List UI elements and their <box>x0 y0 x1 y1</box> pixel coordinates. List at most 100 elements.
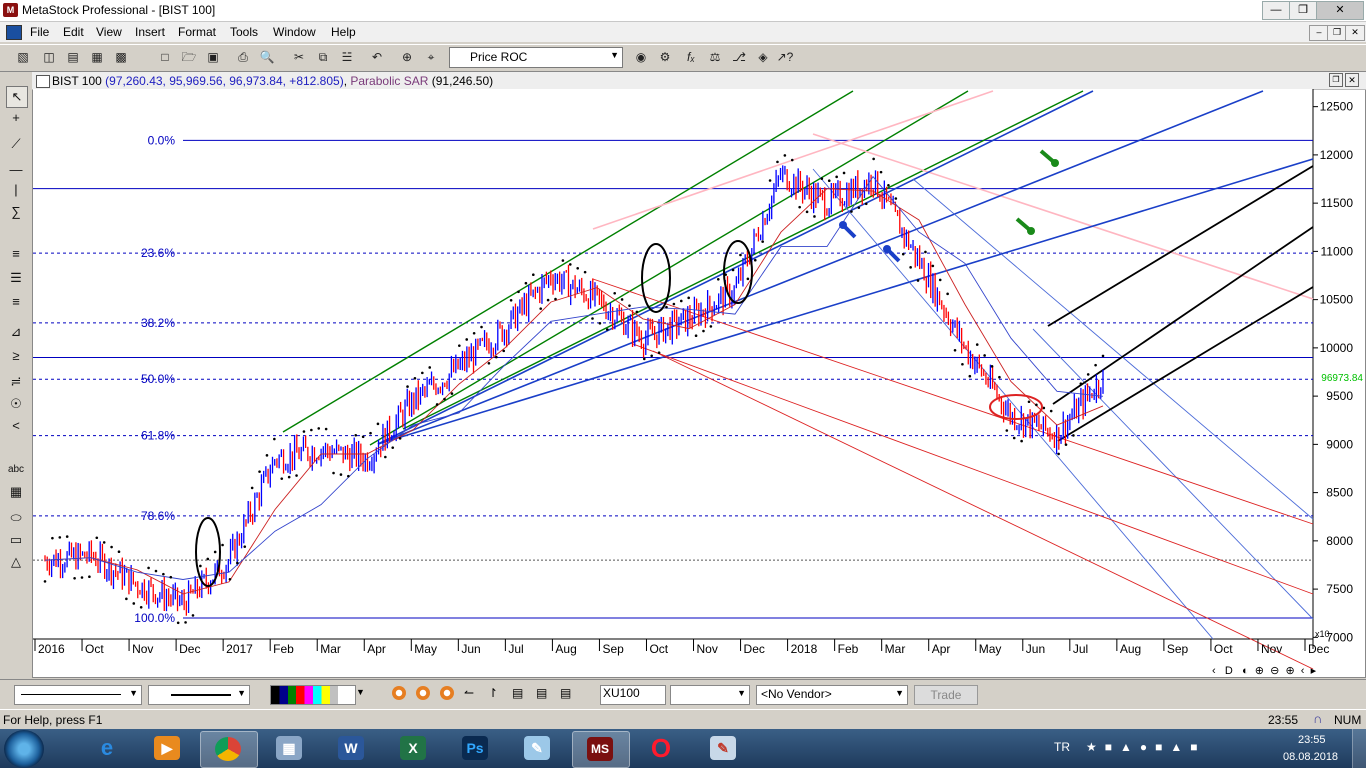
explorer-tree-icon[interactable]: ⎇ <box>730 49 748 66</box>
taskbar-excel[interactable]: X <box>386 731 442 766</box>
menu-insert[interactable]: Insert <box>135 25 165 39</box>
rectangle-tool-icon[interactable]: ▭ <box>6 530 26 550</box>
cut-icon[interactable]: ✂ <box>290 49 308 66</box>
show-desktop-button[interactable] <box>1352 729 1366 768</box>
save-icon[interactable]: ▣ <box>204 49 222 66</box>
taskbar-metastock[interactable]: MS <box>572 731 630 768</box>
chart-restore-icon[interactable]: ❐ <box>1329 73 1343 87</box>
horizontal-line-tool-icon[interactable]: — <box>6 160 26 180</box>
scroll-back-icon[interactable]: ‹ <box>1301 665 1305 677</box>
time-zones-tool-icon[interactable]: ☉ <box>6 394 26 414</box>
text-object-icon[interactable] <box>416 686 430 700</box>
menu-file[interactable]: File <box>30 25 49 39</box>
copy-icon[interactable]: ⧉ <box>314 49 332 66</box>
taskbar-word[interactable]: W <box>324 731 380 766</box>
pointer-tool-icon[interactable]: ↖ <box>6 86 28 108</box>
system-tester-icon[interactable]: ⚖ <box>706 49 724 66</box>
zoom-out-icon[interactable]: ⊖ <box>1270 665 1279 677</box>
menu-help[interactable]: Help <box>331 25 356 39</box>
menu-view[interactable]: View <box>96 25 122 39</box>
mdi-minimize-icon[interactable]: – <box>1309 25 1329 41</box>
triangle-tool-icon[interactable]: △ <box>6 552 26 572</box>
document-icon[interactable] <box>6 25 22 40</box>
formula-icon[interactable]: fₓ <box>682 49 700 66</box>
arc-tool-icon[interactable]: < <box>6 416 26 436</box>
taskbar-chrome[interactable] <box>200 731 258 768</box>
symbol-input[interactable]: XU100 <box>600 685 666 705</box>
align-middle-icon[interactable]: ↾ <box>488 686 498 700</box>
scroll-forward-icon[interactable]: ▸ <box>1311 665 1317 677</box>
line-weight-select[interactable]: ▼ <box>148 685 250 705</box>
menu-format[interactable]: Format <box>178 25 216 39</box>
taskbar-ie[interactable]: e <box>80 731 136 766</box>
taskbar-opera[interactable]: O <box>634 731 690 766</box>
expert-advisor-icon[interactable]: ◉ <box>632 49 650 66</box>
print-icon[interactable]: ⎙ <box>234 49 252 66</box>
print-preview-icon[interactable]: 🔍 <box>258 49 276 66</box>
explorer-icon[interactable]: ▩ <box>112 49 130 66</box>
period-daily-button[interactable]: D <box>1225 665 1233 677</box>
menu-edit[interactable]: Edit <box>63 25 84 39</box>
clock-time[interactable]: 23:55 <box>1298 734 1326 746</box>
crosshair-tool-icon[interactable]: + <box>6 108 26 128</box>
scroll-left-end-icon[interactable]: ‹ <box>1212 665 1216 677</box>
open-folder-icon[interactable]: 🗁 <box>180 49 198 66</box>
paste-icon[interactable]: ☱ <box>338 49 356 66</box>
trendline-tool-icon[interactable]: ⟋ <box>6 134 26 154</box>
zoom-fit-icon[interactable]: ⊕ <box>1285 665 1294 677</box>
trade-button[interactable]: Trade <box>914 685 978 705</box>
price-chart[interactable]: 0.0% 23.6% 38.2% 50.0% 61.8% 78.6% 100.0% 1250… <box>33 89 1365 669</box>
maximize-icon[interactable]: ❐ <box>1289 1 1317 20</box>
line-object-icon[interactable] <box>392 686 406 700</box>
data-source-select[interactable]: ▼ <box>670 685 750 705</box>
line-style-select[interactable]: ▼ <box>14 685 142 705</box>
clock-date[interactable]: 08.08.2018 <box>1283 751 1338 763</box>
layout-one-icon[interactable]: ▤ <box>512 686 523 700</box>
taskbar-calculator[interactable]: ▦ <box>262 731 318 766</box>
chart-close-icon[interactable]: ✕ <box>1345 73 1359 87</box>
speed-resistance-tool-icon[interactable]: ∑ <box>6 202 26 222</box>
symbol-object-icon[interactable] <box>440 686 454 700</box>
scroll-prev-icon[interactable]: ◐ <box>1242 665 1249 677</box>
mdi-close-icon[interactable]: ✕ <box>1345 25 1365 41</box>
taskbar-media[interactable]: ▶ <box>140 731 196 766</box>
andrews-pitchfork-tool-icon[interactable]: ≥ <box>6 346 26 366</box>
fibonacci-fan-tool-icon[interactable]: ≡ <box>6 292 26 312</box>
minimize-icon[interactable]: — <box>1262 1 1290 20</box>
language-indicator[interactable]: TR <box>1054 740 1070 754</box>
taskbar-paint[interactable]: ✎ <box>696 731 752 766</box>
binoculars-icon[interactable]: ◈ <box>754 49 772 66</box>
undo-icon[interactable]: ↶ <box>368 49 386 66</box>
grid-icon[interactable]: ▦ <box>88 49 106 66</box>
close-icon[interactable]: ✕ <box>1316 1 1364 20</box>
crosshair-icon[interactable]: ⊕ <box>398 49 416 66</box>
tile-horizontal-icon[interactable]: ▤ <box>64 49 82 66</box>
grid-tool-icon[interactable]: ▦ <box>6 482 26 502</box>
align-top-icon[interactable]: ↼ <box>464 686 474 700</box>
taskbar-photoshop[interactable]: Ps <box>448 731 504 766</box>
new-file-icon[interactable]: □ <box>156 49 174 66</box>
tray-icons[interactable]: ★■▲●■▲■ <box>1086 740 1206 754</box>
layout-three-icon[interactable]: ▤ <box>560 686 571 700</box>
gann-fan-tool-icon[interactable]: ⊿ <box>6 322 26 342</box>
zoom-in-icon[interactable]: ⊕ <box>1255 665 1264 677</box>
indicator-select[interactable]: Price ROC ▼ <box>449 47 623 68</box>
layout-two-icon[interactable]: ▤ <box>536 686 547 700</box>
zoom-icon[interactable]: ⌖ <box>422 49 440 66</box>
vendor-select[interactable]: <No Vendor> ▼ <box>756 685 908 705</box>
color-palette-chevron-icon[interactable]: ▼ <box>356 687 365 697</box>
ellipse-tool-icon[interactable]: ⬭ <box>6 508 26 528</box>
fibonacci-retracement-tool-icon[interactable]: ☰ <box>6 268 26 288</box>
layout-icon[interactable]: ▧ <box>14 49 32 66</box>
taskbar-notes[interactable]: ✎ <box>510 731 566 766</box>
tile-vertical-icon[interactable]: ◫ <box>40 49 58 66</box>
fibonacci-arcs-tool-icon[interactable]: ≡ <box>6 244 26 264</box>
text-tool-icon[interactable]: abc <box>6 460 26 480</box>
indicator-builder-icon[interactable]: ⚙ <box>656 49 674 66</box>
context-help-icon[interactable]: ↗? <box>776 49 794 66</box>
cycle-lines-tool-icon[interactable]: ≓ <box>6 372 26 392</box>
menu-window[interactable]: Window <box>273 25 316 39</box>
start-button[interactable] <box>4 730 44 768</box>
color-palette[interactable] <box>270 685 356 705</box>
mdi-restore-icon[interactable]: ❐ <box>1327 25 1347 41</box>
